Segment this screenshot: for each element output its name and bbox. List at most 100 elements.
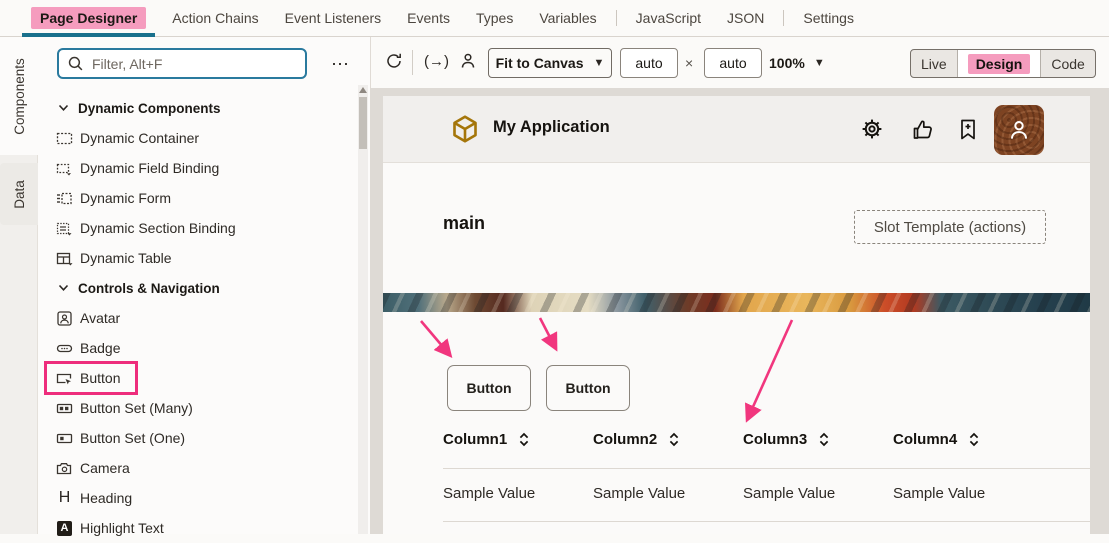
- chevron-down-icon: ▼: [594, 57, 605, 69]
- tab-json[interactable]: JSON: [714, 0, 777, 37]
- tab-javascript[interactable]: JavaScript: [623, 0, 714, 37]
- app-logo-icon: [451, 115, 479, 143]
- mode-design-button[interactable]: Design: [958, 50, 1042, 77]
- component-item-dynamic-field-binding[interactable]: Dynamic Field Binding: [38, 153, 358, 183]
- sort-icon[interactable]: [818, 431, 830, 448]
- camera-icon: [56, 460, 73, 477]
- toolbar-divider: [412, 50, 413, 75]
- section-dynamic-components[interactable]: Dynamic Components: [38, 93, 358, 123]
- decorative-tapestry-strip: [383, 293, 1090, 312]
- fit-to-canvas-dropdown[interactable]: Fit to Canvas ▼: [488, 48, 612, 78]
- dynamic-table-icon: [56, 250, 73, 267]
- canvas-height-input[interactable]: [704, 48, 762, 78]
- table-cell: Sample Value: [443, 485, 535, 502]
- scrollbar-up-arrow[interactable]: [359, 87, 367, 93]
- person-icon: [1006, 117, 1032, 143]
- component-item-button-set-one[interactable]: Button Set (One): [38, 423, 358, 453]
- table-column-header-3[interactable]: Column3: [743, 427, 830, 451]
- tab-event-listeners[interactable]: Event Listeners: [272, 0, 395, 37]
- chevron-down-icon: [58, 284, 69, 292]
- thumbs-up-icon[interactable]: [911, 118, 935, 147]
- bookmark-plus-icon[interactable]: [957, 118, 979, 147]
- badge-icon: [56, 340, 73, 357]
- page-title: main: [443, 213, 485, 234]
- dimension-multiply-label: ×: [685, 55, 693, 71]
- chevron-down-icon: ▼: [814, 57, 825, 69]
- component-filter-input[interactable]: [92, 56, 297, 72]
- table-column-header-4[interactable]: Column4: [893, 427, 980, 451]
- editor-tabbar: Page Designer Action Chains Event Listen…: [0, 0, 1109, 37]
- tab-action-chains[interactable]: Action Chains: [159, 0, 271, 37]
- table-cell: Sample Value: [593, 485, 685, 502]
- table-column-header-2[interactable]: Column2: [593, 427, 680, 451]
- component-filter-box: [57, 48, 307, 79]
- slot-template-actions[interactable]: Slot Template (actions): [854, 210, 1046, 244]
- user-persona-icon[interactable]: [458, 51, 478, 71]
- components-panel: ⋯ Dynamic Components Dynamic Container D…: [38, 37, 370, 534]
- component-item-dynamic-table[interactable]: Dynamic Table: [38, 243, 358, 273]
- button-set-one-icon: [56, 430, 73, 447]
- dynamic-section-binding-icon: [56, 220, 73, 237]
- tab-settings[interactable]: Settings: [790, 0, 867, 37]
- tabbar-divider: [616, 10, 617, 26]
- gear-icon[interactable]: [860, 117, 884, 146]
- tab-variables[interactable]: Variables: [526, 0, 609, 37]
- component-item-badge[interactable]: Badge: [38, 333, 358, 363]
- component-item-dynamic-section-binding[interactable]: Dynamic Section Binding: [38, 213, 358, 243]
- sort-icon[interactable]: [968, 431, 980, 448]
- chevron-down-icon: [58, 104, 69, 112]
- rail-tab-data[interactable]: Data: [0, 163, 38, 225]
- sort-icon[interactable]: [518, 431, 530, 448]
- canvas-width-input[interactable]: [620, 48, 678, 78]
- component-item-avatar[interactable]: Avatar: [38, 303, 358, 333]
- table-column-header-1[interactable]: Column1: [443, 427, 530, 451]
- dynamic-container-icon: [56, 130, 73, 147]
- zoom-level-dropdown[interactable]: 100% ▼: [769, 48, 825, 78]
- table-cell: Sample Value: [743, 485, 835, 502]
- app-title: My Application: [493, 118, 610, 137]
- side-rail: Components Data: [0, 37, 38, 534]
- section-controls-navigation[interactable]: Controls & Navigation: [38, 273, 358, 303]
- button-set-many-icon: [56, 400, 73, 417]
- search-icon: [67, 55, 84, 72]
- component-list: Dynamic Components Dynamic Container Dyn…: [38, 93, 358, 543]
- table-row-divider: [443, 468, 1090, 469]
- avatar-icon: [56, 310, 73, 327]
- table-cell: Sample Value: [893, 485, 985, 502]
- dynamic-form-icon: [56, 190, 73, 207]
- live-expression-icon[interactable]: (→): [424, 53, 449, 70]
- canvas-toolbar: (→) Fit to Canvas ▼ × 100% ▼ Live Design…: [371, 37, 1109, 88]
- canvas-button-2[interactable]: Button: [546, 365, 630, 411]
- tab-types[interactable]: Types: [463, 0, 526, 37]
- heading-icon: H: [59, 490, 71, 506]
- refresh-icon[interactable]: [384, 51, 404, 71]
- tab-events[interactable]: Events: [394, 0, 463, 37]
- button-icon: [56, 370, 73, 387]
- component-item-button-set-many[interactable]: Button Set (Many): [38, 393, 358, 423]
- app-header: My Application: [383, 96, 1090, 163]
- component-item-button[interactable]: Button: [38, 363, 358, 393]
- page-designer-app: Page Designer Action Chains Event Listen…: [0, 0, 1109, 534]
- component-item-dynamic-container[interactable]: Dynamic Container: [38, 123, 358, 153]
- canvas-viewport: My Application main Slot Template (actio…: [370, 88, 1109, 534]
- panel-overflow-menu-button[interactable]: ⋯: [326, 51, 356, 77]
- sort-icon[interactable]: [668, 431, 680, 448]
- component-item-heading[interactable]: H Heading: [38, 483, 358, 513]
- panel-scrollbar[interactable]: [358, 85, 368, 534]
- mode-live-button[interactable]: Live: [911, 50, 958, 77]
- design-canvas[interactable]: My Application main Slot Template (actio…: [383, 96, 1090, 534]
- user-avatar[interactable]: [994, 105, 1044, 155]
- tab-page-designer[interactable]: Page Designer: [18, 0, 159, 37]
- component-item-camera[interactable]: Camera: [38, 453, 358, 483]
- rail-tab-components[interactable]: Components: [0, 37, 38, 155]
- scrollbar-thumb[interactable]: [359, 97, 367, 149]
- mode-code-button[interactable]: Code: [1041, 50, 1094, 77]
- canvas-button-1[interactable]: Button: [447, 365, 531, 411]
- table-row-divider: [443, 521, 1090, 522]
- component-item-highlight-text[interactable]: A Highlight Text: [38, 513, 358, 543]
- dynamic-field-binding-icon: [56, 160, 73, 177]
- highlight-text-icon: A: [57, 521, 72, 536]
- mode-switcher: Live Design Code: [910, 49, 1096, 78]
- tabbar-divider: [783, 10, 784, 26]
- component-item-dynamic-form[interactable]: Dynamic Form: [38, 183, 358, 213]
